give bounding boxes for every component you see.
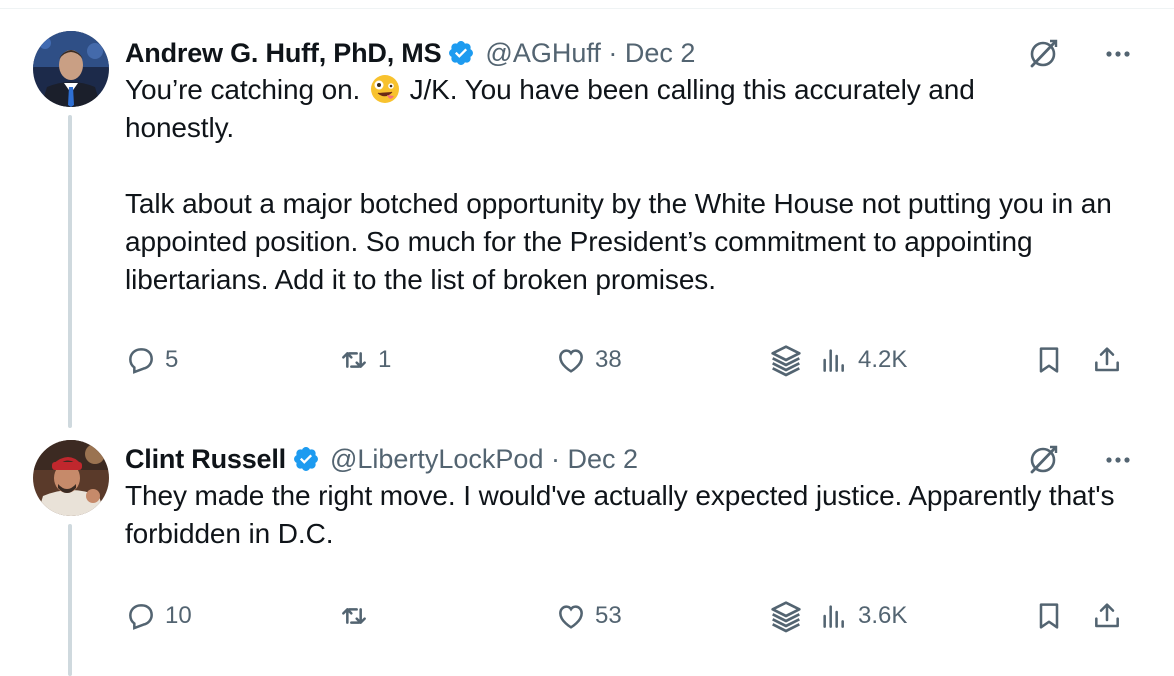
- tweet-header: Clint Russell @LibertyLockPod · Dec 2: [125, 441, 1135, 477]
- repost-count: 1: [378, 346, 392, 373]
- reply-icon: [129, 604, 153, 630]
- like-count: 38: [595, 346, 622, 373]
- like-icon: [559, 349, 583, 373]
- tweet-text-part: You’re catching on.: [125, 74, 368, 105]
- like-button[interactable]: 38: [555, 340, 622, 380]
- reply-count: 5: [165, 346, 179, 373]
- reply-icon: [129, 348, 153, 374]
- author-name[interactable]: Andrew G. Huff, PhD, MS: [125, 38, 442, 69]
- grok-stack-button[interactable]: [766, 596, 812, 636]
- share-button[interactable]: [1091, 596, 1129, 636]
- more-icon[interactable]: [1101, 37, 1135, 71]
- views-button[interactable]: 3.6K: [818, 596, 907, 636]
- avatar[interactable]: [33, 31, 109, 107]
- grok-icon[interactable]: [1026, 443, 1060, 477]
- view-count: 3.6K: [858, 602, 908, 629]
- handle-and-date[interactable]: @AGHuff · Dec 2: [485, 38, 695, 69]
- views-button[interactable]: 4.2K: [818, 340, 907, 380]
- grok-stack-icon: [771, 601, 801, 633]
- bookmark-icon: [1039, 603, 1059, 629]
- views-icon: [823, 349, 844, 372]
- tweet-actions: 5 1 38 4.2K: [125, 340, 1135, 380]
- reply-count: 10: [165, 602, 192, 629]
- share-button[interactable]: [1091, 340, 1129, 380]
- avatar[interactable]: [33, 440, 109, 516]
- tweet[interactable]: Andrew G. Huff, PhD, MS @AGHuff · Dec 2 …: [125, 35, 1135, 299]
- reply-button[interactable]: 10: [125, 596, 192, 636]
- tweet-header: Andrew G. Huff, PhD, MS @AGHuff · Dec 2: [125, 35, 1135, 71]
- bookmark-button[interactable]: [1033, 596, 1071, 636]
- tweet-text: You’re catching on. J/K. You have been c…: [125, 71, 1135, 299]
- verified-badge-icon: [447, 39, 475, 67]
- handle-and-date[interactable]: @LibertyLockPod · Dec 2: [330, 444, 638, 475]
- repost-button[interactable]: [338, 596, 378, 636]
- like-count: 53: [595, 602, 622, 629]
- views-icon: [823, 605, 844, 628]
- tweet-actions: 10 53 3.6K: [125, 596, 1135, 636]
- view-count: 4.2K: [858, 346, 908, 373]
- grok-stack-icon: [771, 345, 801, 377]
- share-icon: [1095, 603, 1119, 628]
- like-icon: [559, 605, 583, 629]
- bookmark-icon: [1039, 347, 1059, 373]
- tweet-text: They made the right move. I would've act…: [125, 480, 1115, 549]
- author-name[interactable]: Clint Russell: [125, 444, 286, 475]
- repost-icon: [342, 352, 366, 368]
- bookmark-button[interactable]: [1033, 340, 1071, 380]
- thread-line: [68, 524, 72, 676]
- grok-stack-button[interactable]: [766, 340, 812, 380]
- tweet[interactable]: Clint Russell @LibertyLockPod · Dec 2 Th…: [125, 441, 1135, 553]
- share-icon: [1095, 347, 1119, 372]
- reply-button[interactable]: 5: [125, 340, 178, 380]
- zany-face-emoji-icon: [370, 74, 400, 104]
- tweet-text-part: J/K. You have been calling this accurate…: [125, 74, 1112, 295]
- top-divider: [0, 8, 1174, 9]
- like-button[interactable]: 53: [555, 596, 622, 636]
- repost-icon: [342, 608, 366, 624]
- grok-icon[interactable]: [1026, 37, 1060, 71]
- verified-badge-icon: [292, 445, 320, 473]
- thread-line: [68, 115, 72, 428]
- repost-button[interactable]: 1: [338, 340, 391, 380]
- more-icon[interactable]: [1101, 443, 1135, 477]
